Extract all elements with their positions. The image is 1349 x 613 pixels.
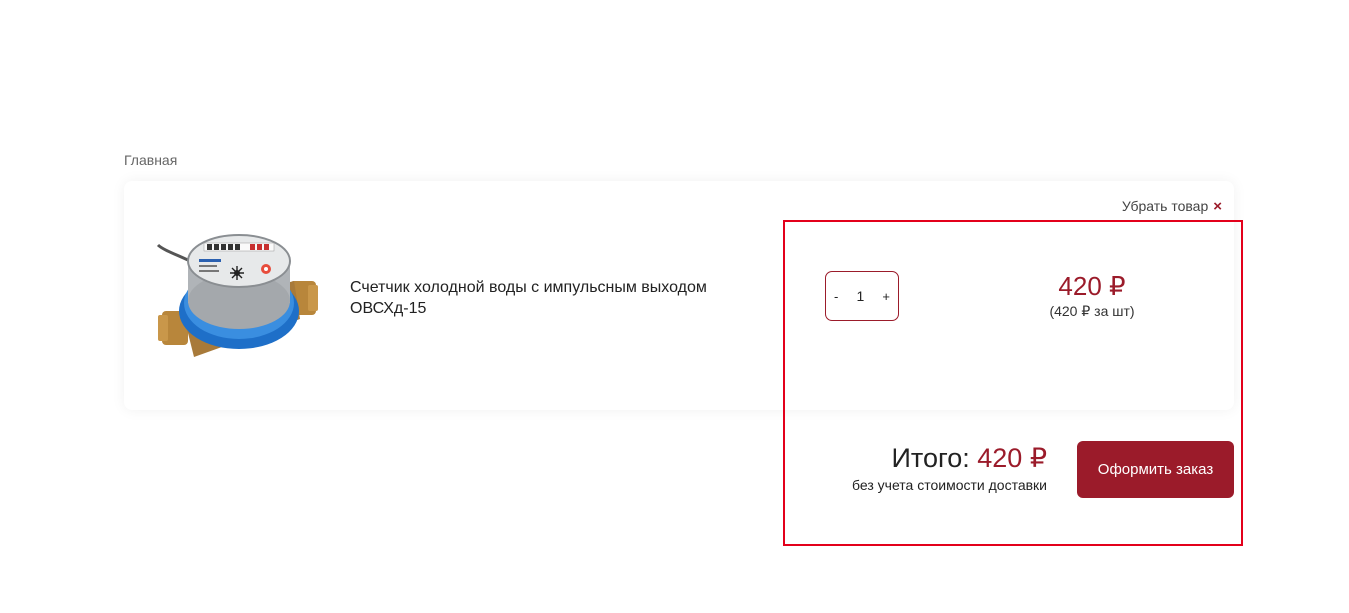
close-icon: × [1213,197,1222,215]
quantity-increase-button[interactable]: + [882,289,890,304]
item-price: 420 ₽ [1058,271,1126,301]
price-block: 420 ₽ (420 ₽ за шт) [1022,270,1162,320]
breadcrumb: Главная [124,152,177,168]
total-line: Итого: 420 ₽ [852,441,1047,475]
product-name[interactable]: Счетчик холодной воды с импульсным выход… [350,277,770,319]
remove-item-button[interactable]: Убрать товар × [1122,198,1222,214]
quantity-decrease-button[interactable]: - [834,289,838,304]
cart-item-card: Убрать товар × Счетчик холодной воды с и… [124,181,1234,410]
breadcrumb-home-link[interactable]: Главная [124,152,177,168]
checkout-button[interactable]: Оформить заказ [1077,441,1234,498]
total-value: 420 ₽ [977,443,1047,473]
total-label: Итого: [891,443,970,473]
remove-item-label: Убрать товар [1121,198,1209,214]
unit-price: (420 ₽ за шт) [1049,303,1135,319]
delivery-note: без учета стоимости доставки [852,477,1047,493]
quantity-stepper: - 1 + [825,271,899,321]
order-total: Итого: 420 ₽ без учета стоимости доставк… [852,441,1047,493]
quantity-value[interactable]: 1 [856,288,864,304]
water-meter-image[interactable] [154,229,324,364]
